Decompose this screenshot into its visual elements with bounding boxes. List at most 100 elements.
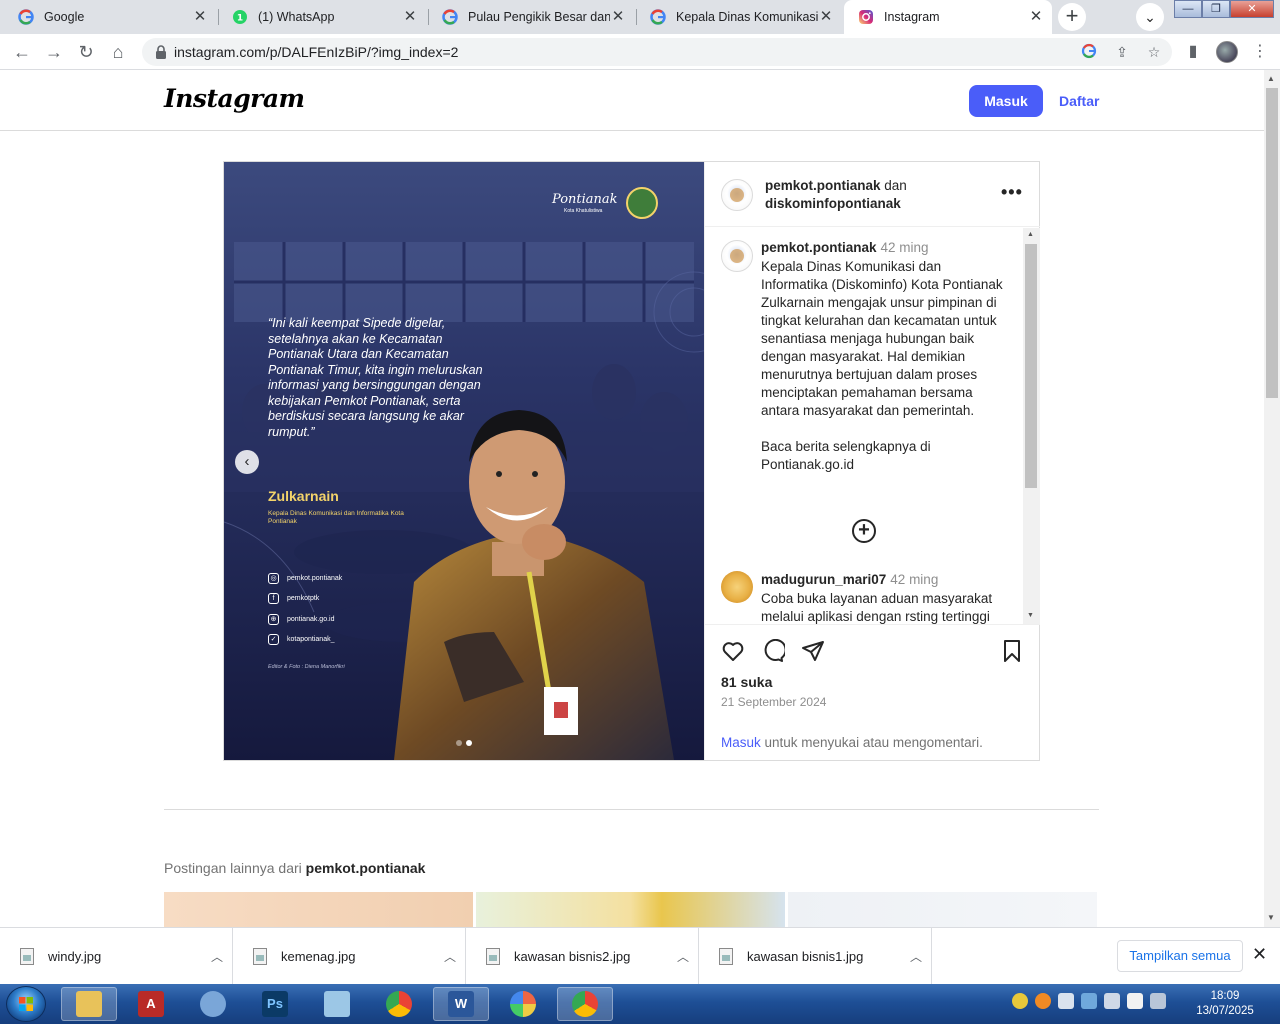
home-button[interactable]: ⌂ (106, 40, 130, 64)
speaker-name: Zulkarnain (268, 488, 339, 504)
windows-logo-icon (19, 997, 33, 1011)
tab-instagram[interactable]: Instagram ✕ (844, 0, 1052, 34)
forward-button[interactable]: → (42, 40, 66, 64)
close-tab-icon[interactable]: ✕ (1028, 9, 1044, 25)
tab-pulau-pengikik[interactable]: Pulau Pengikik Besar dan Pu ✕ (428, 0, 634, 34)
reload-button[interactable]: ↻ (74, 40, 98, 64)
word-icon: W (448, 991, 474, 1017)
taskbar-photoshop[interactable]: Ps (247, 987, 303, 1021)
notepad-icon (324, 991, 350, 1017)
post-image[interactable]: Pontianak Kota Khatulistiwa “Ini kali ke… (224, 162, 704, 760)
more-posts-account-link[interactable]: pemkot.pontianak (306, 860, 426, 876)
author-link[interactable]: pemkot.pontianak (765, 178, 881, 193)
more-options-icon[interactable]: ••• (1001, 182, 1023, 203)
instagram-logo[interactable]: Instagram (164, 84, 305, 113)
social-instagram: ◎ pemkot.pontianak (268, 568, 342, 589)
close-window-button[interactable]: ✕ (1230, 0, 1274, 18)
close-tab-icon[interactable]: ✕ (610, 9, 626, 25)
download-item[interactable]: kawasan bisnis1.jpg ︿ (699, 928, 932, 985)
tab-search-button[interactable]: ⌄ (1136, 3, 1164, 31)
close-tab-icon[interactable]: ✕ (818, 9, 834, 25)
minimize-button[interactable]: — (1174, 0, 1202, 18)
comments-scrollbar[interactable]: ▲ ▼ (1023, 228, 1040, 624)
comment-username[interactable]: madugurun_mari07 (761, 572, 886, 587)
download-item[interactable]: kawasan bisnis2.jpg ︿ (466, 928, 699, 985)
svg-text:1: 1 (237, 14, 243, 24)
like-heart-icon[interactable] (721, 639, 745, 663)
taskbar-word[interactable]: W (433, 987, 489, 1021)
paint-icon (200, 991, 226, 1017)
close-download-bar-icon[interactable]: ✕ (1252, 944, 1267, 965)
chevron-up-icon[interactable]: ︿ (668, 948, 698, 965)
taskbar-notepad[interactable] (309, 987, 365, 1021)
bookmark-star-icon[interactable]: ☆ (1145, 43, 1163, 61)
post-photo-background (224, 162, 704, 760)
tray-device-icon[interactable] (1058, 993, 1074, 1009)
tray-volume-muted-icon[interactable] (1104, 993, 1120, 1009)
chevron-up-icon[interactable]: ︿ (202, 948, 232, 965)
maximize-button[interactable]: ❐ (1202, 0, 1230, 18)
close-tab-icon[interactable]: ✕ (192, 9, 208, 25)
address-bar[interactable]: instagram.com/p/DALFEnIzBiP/?img_index=2… (142, 38, 1172, 66)
signup-link[interactable]: Daftar (1059, 85, 1099, 117)
commenter-avatar[interactable] (721, 571, 753, 603)
caption-header: pemkot.pontianak 42 ming (761, 240, 929, 255)
tab-kepala-dinas[interactable]: Kepala Dinas Komunikasi da ✕ (636, 0, 842, 34)
profile-avatar[interactable] (1216, 41, 1238, 63)
back-button[interactable]: ← (10, 40, 34, 64)
login-prompt: Masuk untuk menyukai atau mengomentari. (721, 735, 983, 750)
taskbar-acrobat[interactable]: A (123, 987, 179, 1021)
share-icon[interactable]: ⇪ (1113, 43, 1131, 61)
comment-bubble-icon[interactable] (761, 639, 785, 663)
caption-avatar[interactable] (721, 240, 753, 272)
show-all-downloads-button[interactable]: Tampilkan semua (1117, 940, 1243, 972)
taskbar-explorer[interactable] (61, 987, 117, 1021)
side-panel-icon[interactable]: ▮ (1181, 40, 1205, 64)
post-author-header: pemkot.pontianak dan diskominfopontianak… (705, 162, 1040, 227)
load-more-comments-icon[interactable]: + (852, 519, 876, 543)
login-prompt-link[interactable]: Masuk (721, 735, 761, 750)
taskbar-chrome-active[interactable] (557, 987, 613, 1021)
system-tray (1012, 993, 1173, 1009)
tray-power-icon[interactable] (1150, 993, 1166, 1009)
browser-tab-strip: Google ✕ 1 (1) WhatsApp ✕ Pulau Pengikik… (0, 0, 1280, 34)
post-quote: “Ini kali keempat Sipede digelar, setela… (268, 316, 483, 439)
post-thumbnail[interactable] (164, 892, 473, 927)
taskbar-clock[interactable]: 18:09 13/07/2025 (1190, 989, 1260, 1019)
tray-plus-icon[interactable] (1012, 993, 1028, 1009)
instagram-icon (858, 9, 874, 25)
previous-image-button[interactable]: ‹ (235, 450, 259, 474)
download-item[interactable]: windy.jpg ︿ (0, 928, 233, 985)
save-bookmark-icon[interactable] (1000, 639, 1024, 663)
post-thumbnail[interactable] (788, 892, 1097, 927)
chevron-up-icon[interactable]: ︿ (435, 948, 465, 965)
chevron-up-icon[interactable]: ︿ (901, 948, 931, 965)
tray-network-icon[interactable] (1081, 993, 1097, 1009)
pontianak-brand-subtitle: Kota Khatulistiwa (564, 208, 603, 214)
author-avatar[interactable] (721, 179, 753, 211)
close-tab-icon[interactable]: ✕ (402, 9, 418, 25)
clock-time: 18:09 (1210, 990, 1240, 1002)
social-links: ◎ pemkot.pontianak f pemkotptk ⊕ pontian… (268, 568, 342, 650)
tab-whatsapp[interactable]: 1 (1) WhatsApp ✕ (218, 0, 426, 34)
login-button[interactable]: Masuk (969, 85, 1043, 117)
menu-dots-icon[interactable]: ⋮ (1248, 40, 1272, 64)
tab-google[interactable]: Google ✕ (4, 0, 216, 34)
carousel-dot (456, 740, 462, 746)
google-lens-icon[interactable] (1080, 43, 1098, 61)
new-tab-button[interactable]: + (1058, 3, 1086, 31)
download-item[interactable]: kemenag.jpg ︿ (233, 928, 466, 985)
tray-flag-icon[interactable] (1127, 993, 1143, 1009)
like-count[interactable]: 81 suka (721, 674, 772, 690)
taskbar-browser[interactable] (495, 987, 551, 1021)
taskbar-paint[interactable] (185, 987, 241, 1021)
start-button[interactable] (6, 986, 46, 1022)
caption-username[interactable]: pemkot.pontianak (761, 240, 877, 255)
post-thumbnail[interactable] (476, 892, 785, 927)
share-send-icon[interactable] (801, 639, 825, 663)
tray-rss-icon[interactable] (1035, 993, 1051, 1009)
page-scrollbar[interactable]: ▲ ▼ (1264, 70, 1280, 927)
post-date[interactable]: 21 September 2024 (721, 695, 826, 709)
coauthor-link[interactable]: diskominfopontianak (765, 196, 901, 211)
taskbar-chrome[interactable] (371, 987, 427, 1021)
